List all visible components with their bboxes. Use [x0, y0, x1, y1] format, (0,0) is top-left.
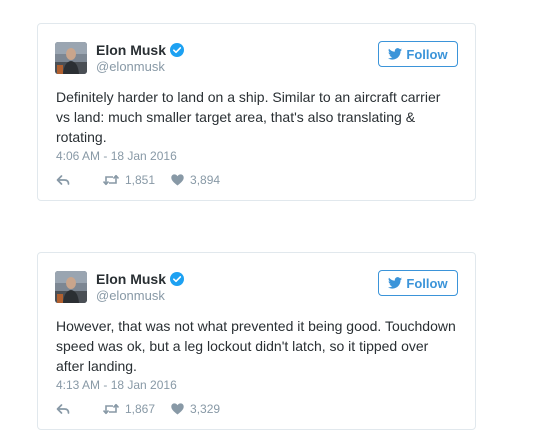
- retweet-icon: [103, 174, 119, 186]
- tweet-actions: 1,867 3,329: [56, 401, 220, 417]
- like-action[interactable]: 3,329: [171, 401, 220, 417]
- tweet-text: Definitely harder to land on a ship. Sim…: [56, 89, 441, 145]
- author-name[interactable]: Elon Musk: [96, 270, 166, 288]
- retweet-action[interactable]: 1,867: [103, 401, 155, 417]
- author-handle[interactable]: @elonmusk: [96, 59, 165, 75]
- follow-button[interactable]: Follow: [378, 41, 458, 67]
- tweet-timestamp[interactable]: 4:06 AM - 18 Jan 2016: [56, 148, 177, 164]
- reply-icon[interactable]: [56, 403, 70, 415]
- reply-icon[interactable]: [56, 174, 70, 186]
- author-handle[interactable]: @elonmusk: [96, 288, 165, 304]
- author-name[interactable]: Elon Musk: [96, 41, 166, 59]
- like-count: 3,329: [190, 402, 221, 416]
- heart-icon: [171, 403, 184, 415]
- tweet-actions: 1,851 3,894: [56, 172, 220, 188]
- avatar[interactable]: [55, 42, 87, 74]
- tweet-card: Elon Musk @elonmusk Follow However, that…: [37, 252, 476, 430]
- retweet-count: 1,867: [125, 402, 156, 416]
- retweet-count: 1,851: [125, 173, 156, 187]
- retweet-action[interactable]: 1,851: [103, 172, 155, 188]
- tweet-timestamp[interactable]: 4:13 AM - 18 Jan 2016: [56, 377, 177, 393]
- follow-label: Follow: [406, 275, 448, 291]
- author-line[interactable]: Elon Musk: [96, 270, 185, 288]
- author-line[interactable]: Elon Musk: [96, 41, 185, 59]
- twitter-bird-icon: [388, 48, 403, 60]
- verified-badge-icon: [170, 43, 185, 57]
- twitter-bird-icon: [388, 277, 403, 289]
- tweet-text: However, that was not what prevented it …: [56, 318, 456, 374]
- avatar[interactable]: [55, 271, 87, 303]
- follow-label: Follow: [406, 46, 448, 62]
- like-count: 3,894: [190, 173, 221, 187]
- retweet-icon: [103, 403, 119, 415]
- heart-icon: [171, 174, 184, 186]
- tweet-card: Elon Musk @elonmusk Follow Definitely ha…: [37, 23, 476, 201]
- like-action[interactable]: 3,894: [171, 172, 220, 188]
- verified-badge-icon: [170, 272, 185, 286]
- follow-button[interactable]: Follow: [378, 270, 458, 296]
